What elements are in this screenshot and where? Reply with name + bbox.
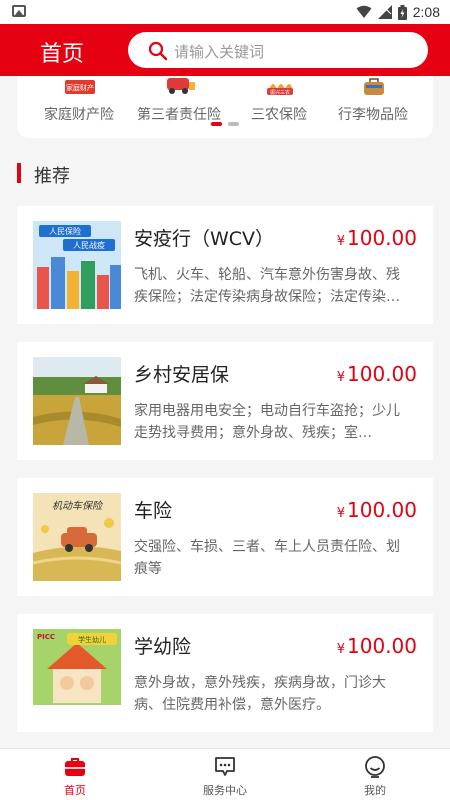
product-card[interactable]: 乡村安居保 ¥100.00 家用电器用电安全；电动自行车盗抢；少儿走势找寻费用；… [17,342,433,460]
carousel-dot-active [211,122,222,126]
product-card[interactable]: PICC 学生幼儿 学幼险 ¥100.00 意外身故，意外残疾，疾病身故，门诊大… [17,614,433,732]
currency-symbol: ¥ [336,234,346,249]
price-value: 100.00 [347,634,417,658]
clock: 2:08 [412,4,440,20]
price-value: 100.00 [347,498,417,522]
section-accent-bar [17,163,21,183]
product-thumbnail: 机动车保险 [33,493,121,581]
svg-text:机动车保险: 机动车保险 [52,500,104,512]
svg-text:人民战疫: 人民战疫 [73,240,105,250]
product-description: 交强险、车损、三者、车上人员责任险、划痕等 [134,539,400,577]
product-price: ¥100.00 [337,226,417,250]
search-placeholder: 请输入关键词 [174,43,265,61]
category-agriculture[interactable]: 振兴三农 三农保险 [229,76,329,138]
house-property-icon: 家庭财产 [65,80,95,94]
luggage-icon [364,78,384,95]
carousel-dot [228,122,239,126]
section-title: 推荐 [34,166,70,187]
product-description: 意外身故，意外残疾，疾病身故，门诊大病、住院费用补偿，意外医疗。 [134,675,386,713]
product-price: ¥100.00 [337,362,417,386]
wifi-icon [356,5,372,18]
product-name: 学幼险 [134,636,192,658]
currency-symbol: ¥ [336,370,346,385]
price-value: 100.00 [347,226,417,250]
product-price: ¥100.00 [337,634,417,658]
agriculture-icon: 振兴三农 [267,84,293,96]
bottom-tab-bar: 首页 服务中心 我的 [0,748,450,800]
toolbox-icon [65,758,85,776]
product-name: 车险 [134,500,173,522]
status-icons: 2:08 [356,3,440,21]
user-icon [365,756,385,778]
product-card[interactable]: 机动车保险 车险 ¥100.00 交强险、车损、三者、车上人员责任险、划痕等 [17,478,433,596]
svg-text:学生幼儿: 学生幼儿 [78,635,106,644]
category-label: 三农保险 [251,107,307,123]
category-label: 第三者责任险 [137,107,221,123]
currency-symbol: ¥ [336,642,346,657]
price-value: 100.00 [347,362,417,386]
signal-icon [377,5,392,19]
image-notification-icon [12,5,26,17]
page-title: 首页 [40,42,85,67]
vehicle-accident-icon [167,78,195,94]
tab-home[interactable]: 首页 [0,749,150,800]
battery-icon [397,4,407,20]
product-thumbnail [33,357,121,445]
svg-text:振兴三农: 振兴三农 [270,89,290,96]
category-luggage[interactable]: 行李物品险 [323,76,423,138]
search-icon [148,41,168,61]
svg-text:PICC: PICC [37,633,55,641]
product-name: 安疫行（WCV） [134,228,275,250]
product-price: ¥100.00 [337,498,417,522]
category-home-property[interactable]: 家庭财产 家庭财产险 [29,76,129,138]
product-name: 乡村安居保 [134,364,230,386]
status-bar: 2:08 [0,0,450,24]
tab-label: 服务中心 [203,784,247,797]
carousel-indicator [211,122,239,126]
tab-profile[interactable]: 我的 [300,749,450,800]
tab-label: 我的 [364,784,386,797]
currency-symbol: ¥ [336,506,346,521]
product-thumbnail: 人民保险 人民战疫 [33,221,121,309]
category-third-party[interactable]: 第三者责任险 [129,76,229,138]
product-card[interactable]: 人民保险 人民战疫 安疫行（WCV） ¥100.00 飞机、火车、轮船、汽车意外… [17,206,433,324]
chat-icon [215,757,235,776]
category-label: 行李物品险 [338,107,408,123]
app-header: 首页 请输入关键词 [0,24,450,76]
tab-service-center[interactable]: 服务中心 [150,749,300,800]
search-input[interactable]: 请输入关键词 [128,32,428,68]
svg-text:人民保险: 人民保险 [49,226,81,236]
product-description: 家用电器用电安全；电动自行车盗抢；少儿走势找寻费用；意外身故、残疾；室… [134,403,400,441]
tab-label: 首页 [64,784,86,797]
product-description: 飞机、火车、轮船、汽车意外伤害身故、残疾保险；法定传染病身故保险；法定传染病… [134,267,400,305]
category-carousel[interactable]: 家庭财产 家庭财产险 第三者责任险 振兴三农 三农保险 行李物品险 [17,76,433,138]
svg-text:家庭财产: 家庭财产 [66,83,94,92]
product-thumbnail: PICC 学生幼儿 [33,629,121,717]
category-label: 家庭财产险 [44,107,114,123]
